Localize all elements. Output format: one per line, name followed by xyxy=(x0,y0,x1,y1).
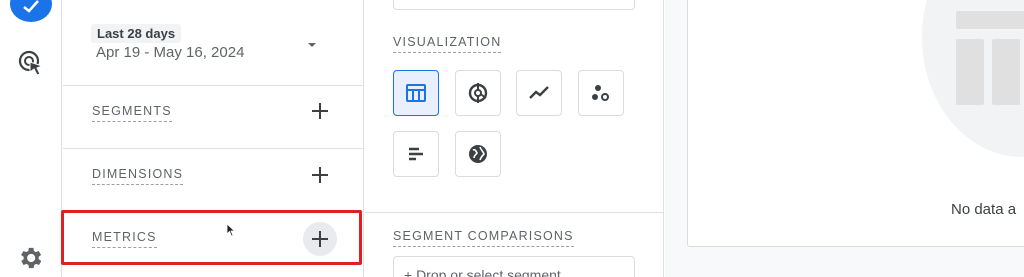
visualization-heading: VISUALIZATION xyxy=(393,35,502,53)
settings-gear-icon[interactable] xyxy=(16,244,46,274)
add-segment-button[interactable] xyxy=(303,94,337,128)
dimensions-label: DIMENSIONS xyxy=(92,167,184,185)
segment-drop-zone[interactable]: + Drop or select segment xyxy=(393,256,635,277)
section-divider xyxy=(365,212,664,213)
segment-drop-text: + Drop or select segment xyxy=(404,267,561,277)
plus-icon xyxy=(312,167,328,183)
donut-chart-icon[interactable] xyxy=(455,70,501,116)
technique-select[interactable] xyxy=(393,0,635,10)
empty-state-illustration xyxy=(922,0,1024,157)
scatter-plot-icon[interactable] xyxy=(578,70,624,116)
bar-chart-icon[interactable] xyxy=(393,131,439,177)
explore-cursor-icon[interactable] xyxy=(16,48,46,78)
no-data-text: No data a xyxy=(951,201,1017,218)
segments-row: SEGMENTS xyxy=(63,85,364,148)
analytics-logo-icon[interactable] xyxy=(10,0,52,22)
left-rail xyxy=(0,0,62,277)
add-dimension-button[interactable] xyxy=(303,158,337,192)
line-chart-icon[interactable] xyxy=(516,70,562,116)
geo-map-icon[interactable] xyxy=(455,131,501,177)
date-range-text[interactable]: Apr 19 - May 16, 2024 xyxy=(96,44,244,61)
table-icon[interactable] xyxy=(393,70,439,116)
metrics-highlight-box xyxy=(61,210,362,265)
plus-icon xyxy=(312,103,328,119)
mouse-pointer-icon xyxy=(226,223,236,237)
caret-down-icon[interactable] xyxy=(304,38,320,50)
tab-settings-panel: VISUALIZATION SEGMENT COMPARISONS + Drop… xyxy=(365,0,664,277)
date-preset-badge: Last 28 days xyxy=(91,24,182,43)
segment-comparisons-heading: SEGMENT COMPARISONS xyxy=(393,229,574,247)
segments-label: SEGMENTS xyxy=(92,104,172,122)
report-canvas: No data a xyxy=(665,0,1024,277)
empty-table-card: No data a xyxy=(687,0,1024,247)
dimensions-row: DIMENSIONS xyxy=(63,148,364,211)
